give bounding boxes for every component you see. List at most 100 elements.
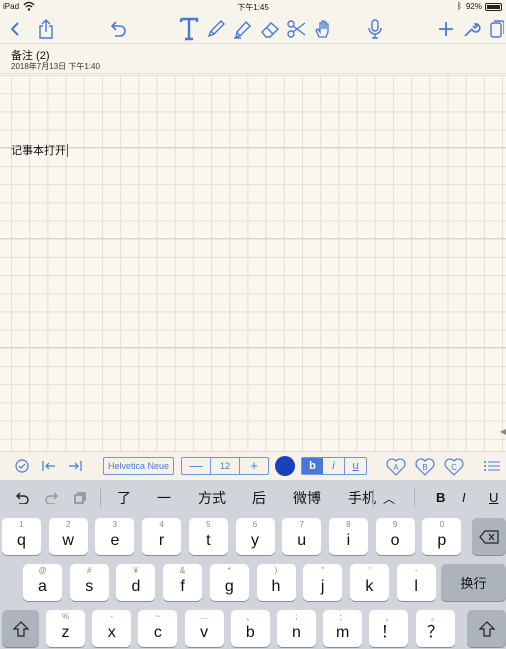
underline-toggle[interactable]: u — [345, 458, 366, 474]
wrench-icon[interactable] — [461, 17, 483, 41]
key[interactable]: 0p — [422, 518, 462, 555]
key-label: n — [292, 624, 301, 641]
key-hint: ¥ — [133, 566, 139, 575]
keyboard-underline-button[interactable]: U — [489, 490, 498, 505]
suggestion-item[interactable]: 方式 — [198, 488, 226, 508]
key-label: x — [107, 624, 116, 641]
suggestion-item[interactable]: 后 — [252, 488, 266, 508]
key[interactable]: … v — [184, 610, 224, 647]
share-icon[interactable] — [35, 17, 57, 41]
suggestion-divider — [414, 489, 415, 507]
hand-tool-icon[interactable] — [311, 17, 335, 41]
add-icon[interactable] — [435, 17, 457, 41]
key[interactable]: ; n — [277, 610, 316, 647]
back-icon[interactable] — [6, 17, 24, 41]
shift-right-key[interactable] — [467, 610, 506, 647]
return-key[interactable]: 换行 — [441, 564, 506, 601]
key-label: c — [153, 624, 162, 641]
indent-icon[interactable] — [67, 457, 83, 475]
key-hint: ) — [274, 566, 278, 575]
key[interactable]: 2w — [48, 518, 88, 555]
key[interactable]: ¥ d — [116, 564, 156, 601]
highlighter-icon[interactable] — [231, 17, 255, 41]
key[interactable]: & f — [163, 564, 203, 601]
italic-toggle[interactable]: i — [323, 458, 345, 474]
key-label: b — [245, 624, 255, 641]
note-text[interactable]: 记事本打开 — [11, 142, 68, 158]
note-date: 2018年7月13日 下午1:40 — [11, 62, 100, 71]
key[interactable]: ' k — [349, 564, 389, 601]
key-hint: ， — [384, 613, 393, 622]
keyboard-bold-button[interactable]: B — [436, 490, 445, 505]
key[interactable]: 1q — [2, 518, 41, 555]
key[interactable]: -l — [396, 564, 436, 601]
key[interactable]: " j — [303, 564, 343, 601]
key[interactable]: -x — [92, 610, 132, 647]
scroll-arrow-icon[interactable]: ◀ — [500, 427, 506, 436]
key[interactable]: 5t — [188, 518, 228, 555]
outdent-icon[interactable] — [41, 457, 57, 475]
keyboard-italic-button[interactable]: I — [462, 490, 466, 505]
key-hint: @ — [38, 566, 47, 575]
suggestion-item[interactable]: 了 — [117, 488, 131, 508]
key[interactable]: * g — [209, 564, 249, 601]
text-tool-icon[interactable] — [177, 17, 201, 41]
font-family-button[interactable]: Helvetica Neue — [103, 457, 174, 475]
text-style-group: b i u — [301, 457, 367, 475]
undo-icon[interactable] — [106, 17, 130, 41]
font-size-value[interactable]: 12 — [210, 458, 240, 474]
key-label: ！ — [380, 624, 397, 641]
heart-style-b-button[interactable]: B — [414, 457, 436, 477]
clipboard-icon[interactable] — [74, 491, 86, 509]
note-canvas[interactable]: 记事本打开 ◀ — [0, 75, 506, 451]
note-header: 备注 (2) 2018年7月13日 下午1:40 — [0, 44, 506, 74]
svg-text:B: B — [422, 463, 427, 472]
key-hint: # — [86, 566, 92, 575]
key-label: m — [336, 624, 350, 641]
shift-left-key[interactable] — [2, 610, 39, 647]
font-size-increase-button[interactable]: + — [240, 458, 268, 474]
checkmark-circle-icon[interactable] — [14, 457, 30, 475]
key[interactable]: # s — [69, 564, 109, 601]
keyboard-undo-icon[interactable] — [14, 491, 30, 509]
scissors-icon[interactable] — [285, 17, 309, 41]
pen-icon[interactable] — [204, 17, 228, 41]
key[interactable]: 8i — [328, 518, 368, 555]
expand-suggestions-icon[interactable]: ︿ — [383, 490, 395, 507]
text-color-button[interactable] — [275, 456, 295, 476]
key[interactable]: % z — [46, 610, 85, 647]
keyboard-redo-icon[interactable] — [44, 491, 60, 509]
key[interactable]: ~ c — [138, 610, 178, 647]
key[interactable]: 、 b — [230, 610, 270, 647]
bold-toggle[interactable]: b — [302, 458, 323, 474]
suggestion-item[interactable]: 手机 — [348, 488, 376, 508]
key[interactable]: ，！ — [369, 610, 409, 647]
key[interactable]: ) h — [256, 564, 296, 601]
key[interactable]: 7u — [282, 518, 322, 555]
key[interactable]: 9o — [375, 518, 415, 555]
eraser-icon[interactable] — [258, 17, 282, 41]
font-size-decrease-button[interactable]: — — [182, 458, 210, 474]
key[interactable]: 4r — [142, 518, 182, 555]
heart-style-a-button[interactable]: A — [385, 457, 407, 477]
key-hint: 2 — [65, 520, 71, 529]
suggestion-item[interactable]: 微博 — [293, 488, 321, 508]
list-icon[interactable] — [482, 457, 502, 475]
microphone-icon[interactable] — [364, 17, 386, 41]
key-label: r — [158, 532, 165, 549]
key[interactable]: 3e — [95, 518, 135, 555]
delete-key[interactable] — [472, 518, 506, 555]
key-label: g — [224, 578, 234, 595]
key-label: l — [414, 578, 418, 595]
pages-icon[interactable] — [488, 17, 506, 41]
key-hint: ： — [338, 613, 347, 622]
key-hint: 1 — [19, 520, 24, 529]
suggestion-item[interactable]: 一 — [157, 488, 171, 508]
key[interactable]: ： m — [323, 610, 363, 647]
key[interactable]: 6y — [235, 518, 275, 555]
battery-icon — [485, 3, 502, 11]
keyboard: 了 一 方式 后 微博 手机 ︿ B I U 1q2w3e4r5t6y7u8i9… — [0, 480, 506, 649]
heart-style-c-button[interactable]: C — [443, 457, 465, 477]
key[interactable]: 。？ — [415, 610, 455, 647]
key[interactable]: @ a — [23, 564, 62, 601]
